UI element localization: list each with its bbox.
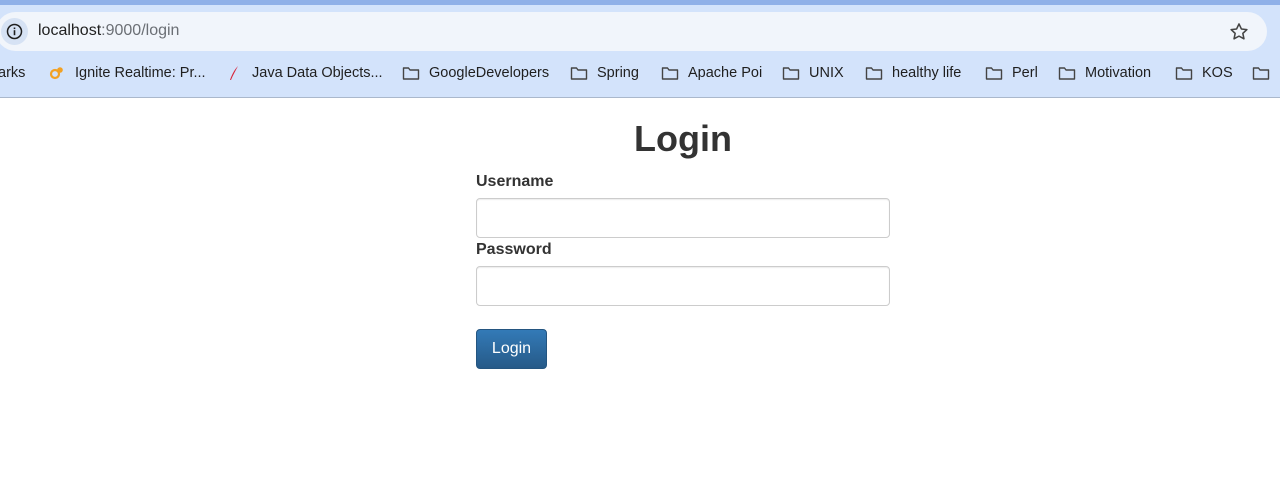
bookmark-folder-spring[interactable]: Spring bbox=[570, 63, 639, 83]
folder-icon bbox=[1175, 67, 1193, 80]
bookmark-folder-healthy-life[interactable]: healthy life bbox=[865, 63, 961, 83]
bookmark-item-ignite[interactable]: Ignite Realtime: Pr... bbox=[48, 63, 206, 83]
bookmark-label: UNIX bbox=[809, 65, 844, 81]
feather-favicon-icon bbox=[230, 66, 238, 80]
bookmark-label: Java Data Objects... bbox=[252, 65, 383, 81]
page-title: Login bbox=[634, 118, 732, 159]
bookmark-item[interactable]: arks bbox=[0, 63, 25, 83]
bookmark-folder-overflow[interactable] bbox=[1252, 63, 1279, 83]
password-input[interactable] bbox=[476, 266, 890, 306]
ignite-favicon-icon bbox=[49, 67, 63, 80]
bookmark-folder-perl[interactable]: Perl bbox=[985, 63, 1038, 83]
folder-icon bbox=[661, 67, 679, 80]
bookmark-label: healthy life bbox=[892, 65, 962, 81]
folder-icon bbox=[985, 67, 1003, 80]
password-label: Password bbox=[476, 241, 552, 258]
bookmark-folder-apache-poi[interactable]: Apache Poi bbox=[661, 63, 762, 83]
login-button[interactable]: Login bbox=[476, 329, 547, 369]
username-input[interactable] bbox=[476, 198, 890, 238]
folder-icon bbox=[1252, 67, 1270, 80]
bookmark-folder-motivation[interactable]: Motivation bbox=[1058, 63, 1151, 83]
bookmark-folder-googledevelopers[interactable]: GoogleDevelopers bbox=[402, 63, 549, 83]
bookmark-label: KOS bbox=[1202, 65, 1233, 81]
bookmark-label: Perl bbox=[1012, 65, 1038, 81]
bookmarks-bar: arks Ignite Realtime: Pr... Java Data Ob… bbox=[0, 58, 1280, 88]
username-label: Username bbox=[476, 173, 554, 190]
bookmark-label: Ignite Realtime: Pr... bbox=[75, 65, 206, 81]
bookmark-star-icon[interactable] bbox=[1228, 21, 1250, 43]
bookmark-folder-kos[interactable]: KOS bbox=[1175, 63, 1233, 83]
bookmark-label: Apache Poi bbox=[688, 65, 763, 81]
bookmark-label: arks bbox=[0, 65, 26, 81]
folder-icon bbox=[865, 67, 883, 80]
bookmark-label: Motivation bbox=[1085, 65, 1152, 81]
bookmark-folder-unix[interactable]: UNIX bbox=[782, 63, 844, 83]
folder-icon bbox=[782, 67, 800, 80]
url-text[interactable]: localhost:9000/login bbox=[38, 22, 179, 40]
bookmark-label: GoogleDevelopers bbox=[429, 65, 550, 81]
folder-icon bbox=[402, 67, 420, 80]
bookmark-label: Spring bbox=[597, 65, 639, 81]
url-path: :9000/login bbox=[101, 22, 180, 39]
address-bar[interactable]: localhost:9000/login bbox=[0, 12, 1267, 51]
url-host: localhost bbox=[38, 22, 102, 39]
bookmark-item-jdo[interactable]: Java Data Objects... bbox=[225, 63, 383, 83]
folder-icon bbox=[1058, 67, 1076, 80]
browser-chrome: localhost:9000/login arks Ignite Realtim… bbox=[0, 5, 1280, 98]
site-info-icon[interactable] bbox=[1, 18, 28, 45]
folder-icon bbox=[570, 67, 588, 80]
